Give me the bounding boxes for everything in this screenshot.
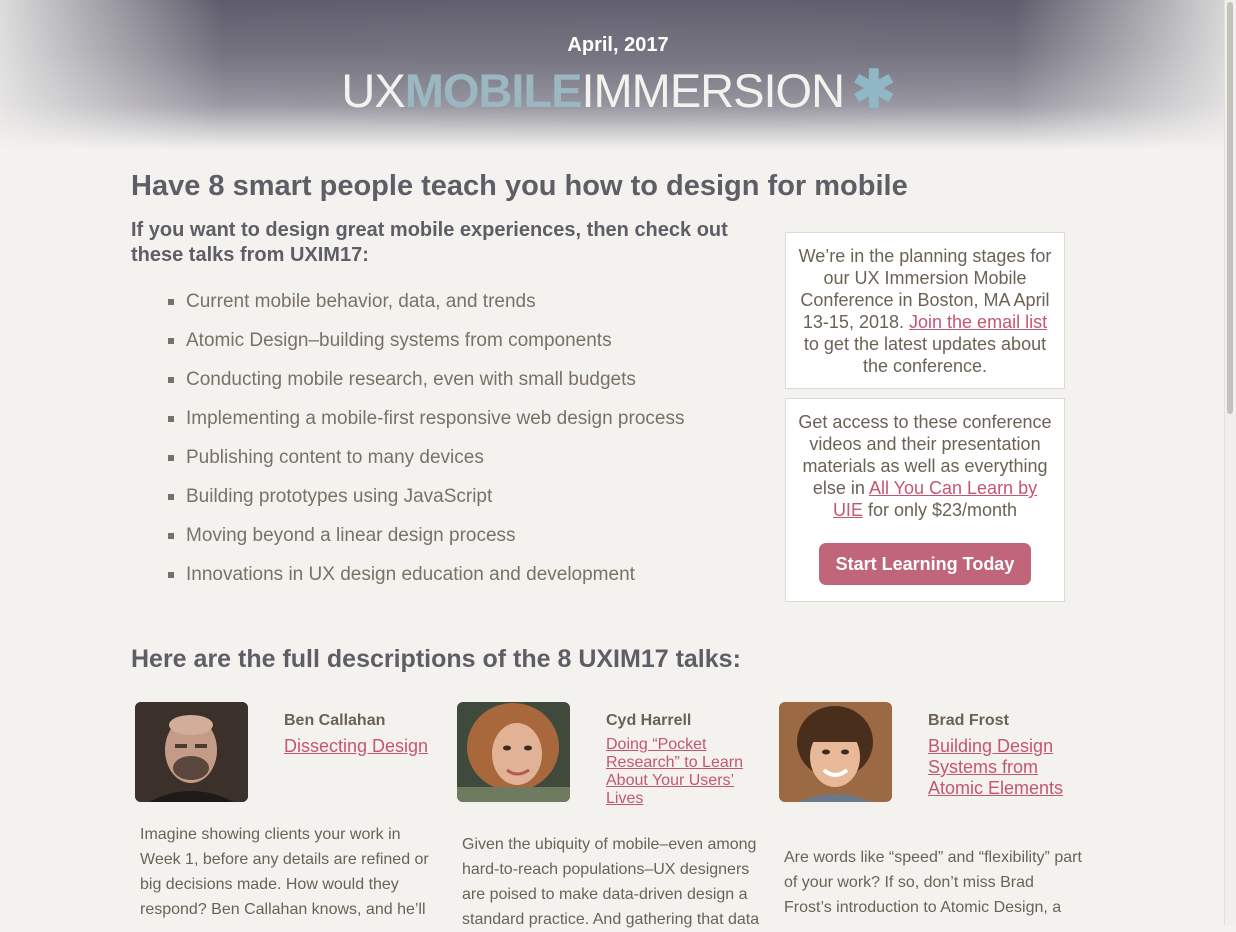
speaker-name: Cyd Harrell [606,712,692,729]
email-list-link[interactable]: Join the email list [909,312,1047,332]
page-title: Have 8 smart people teach you how to des… [131,170,908,202]
list-item: Conducting mobile research, even with sm… [166,368,684,407]
talk-link[interactable]: Building Design Systems from Atomic Elem… [928,736,1088,799]
list-item: Innovations in UX design education and d… [166,563,684,602]
logo-mobile: MOBILE [404,64,583,117]
email-signup-box: We’re in the planning stages for our UX … [785,232,1065,389]
avatar[interactable] [135,702,248,802]
start-learning-button[interactable]: Start Learning Today [818,543,1032,585]
logo-ux: UX [341,64,405,117]
list-item: Implementing a mobile-first responsive w… [166,407,684,446]
topic-list: Current mobile behavior, data, and trend… [166,290,684,602]
list-item: Moving beyond a linear design process [166,524,684,563]
speaker-name: Ben Callahan [284,712,386,729]
list-item: Atomic Design–building systems from comp… [166,329,684,368]
avatar[interactable] [779,702,892,802]
event-date: April, 2017 [567,34,669,56]
signup-text-after: to get the latest updates about the conf… [803,334,1047,376]
conference-logo[interactable]: UXMOBILEIMMERSION ✱ [0,62,1236,119]
avatar[interactable] [457,702,570,802]
list-item: Publishing content to many devices [166,446,684,485]
talk-description: Imagine showing clients your work in Wee… [140,826,429,918]
intro-text: If you want to design great mobile exper… [131,219,728,266]
asterisk-icon: ✱ [852,61,896,119]
talk-link[interactable]: Doing “Pocket Research” to Learn About Y… [606,736,766,808]
talk-description: Given the ubiquity of mobile–even among … [462,836,760,928]
talk-link[interactable]: Dissecting Design [284,736,444,757]
list-item: Current mobile behavior, data, and trend… [166,290,684,329]
scrollbar[interactable] [1224,0,1236,925]
speaker-name: Brad Frost [928,712,1009,729]
subscription-price: for only $23/month [867,500,1018,520]
subscription-box: Get access to these conference videos an… [785,398,1065,602]
list-item: Building prototypes using JavaScript [166,485,684,524]
logo-immersion: IMMERSION [581,64,845,117]
talk-description: Are words like “speed” and “flexibility”… [784,849,1082,916]
talks-section-title: Here are the full descriptions of the 8 … [131,645,741,673]
